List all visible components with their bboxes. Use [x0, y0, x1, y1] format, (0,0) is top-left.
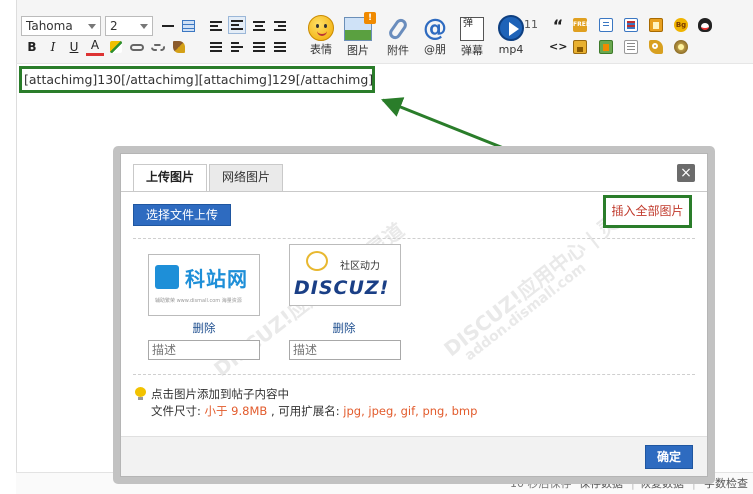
tip-size-value: 小于 9.8MB [204, 404, 268, 418]
image-thumbnail-1[interactable]: 科站网 辅助繁荣 www.dismall.com 海量资源 [148, 254, 260, 316]
divider [133, 238, 695, 239]
image-1-description-input[interactable] [148, 340, 260, 360]
speech-bubble-icon [306, 251, 328, 271]
dialog-footer: 确定 [121, 436, 707, 476]
image-thumbnail-2[interactable]: 社区动力 DISCUZ! [289, 244, 401, 306]
tab-upload-image[interactable]: 上传图片 [133, 164, 207, 191]
tip-ext-label: , 可用扩展名: [267, 404, 344, 418]
image-2-description-input[interactable] [289, 340, 401, 360]
confirm-button[interactable]: 确定 [645, 445, 693, 469]
logo-title: 科站网 [185, 267, 248, 291]
kezhan-logo-icon [155, 265, 179, 289]
logo-subtitle: 社区动力 [340, 261, 380, 272]
delete-image-2-link[interactable]: 删除 [314, 320, 374, 336]
tip-ext-value: jpg, jpeg, gif, png, bmp [343, 404, 478, 418]
delete-image-1-link[interactable]: 删除 [174, 320, 234, 336]
tab-divider [121, 191, 707, 192]
close-icon: × [680, 165, 692, 181]
tip-click-to-insert: 点击图片添加到帖子内容中 [151, 387, 289, 401]
tip-size-label: 文件尺寸: [151, 404, 205, 418]
logo-title: DISCUZ! [294, 277, 390, 299]
close-button[interactable]: × [677, 164, 695, 182]
divider [133, 374, 695, 375]
select-file-upload-button[interactable]: 选择文件上传 [133, 204, 231, 226]
tip-file-limits: 文件尺寸: 小于 9.8MB , 可用扩展名: jpg, jpeg, gif, … [151, 403, 477, 419]
insert-all-images-button[interactable]: 插入全部图片 [603, 195, 692, 228]
watermark: addon.dismall.com [461, 259, 590, 365]
logo-caption: 辅助繁荣 www.dismall.com 海量资源 [155, 298, 242, 304]
tab-web-image[interactable]: 网络图片 [209, 164, 283, 191]
lightbulb-icon [135, 387, 146, 401]
